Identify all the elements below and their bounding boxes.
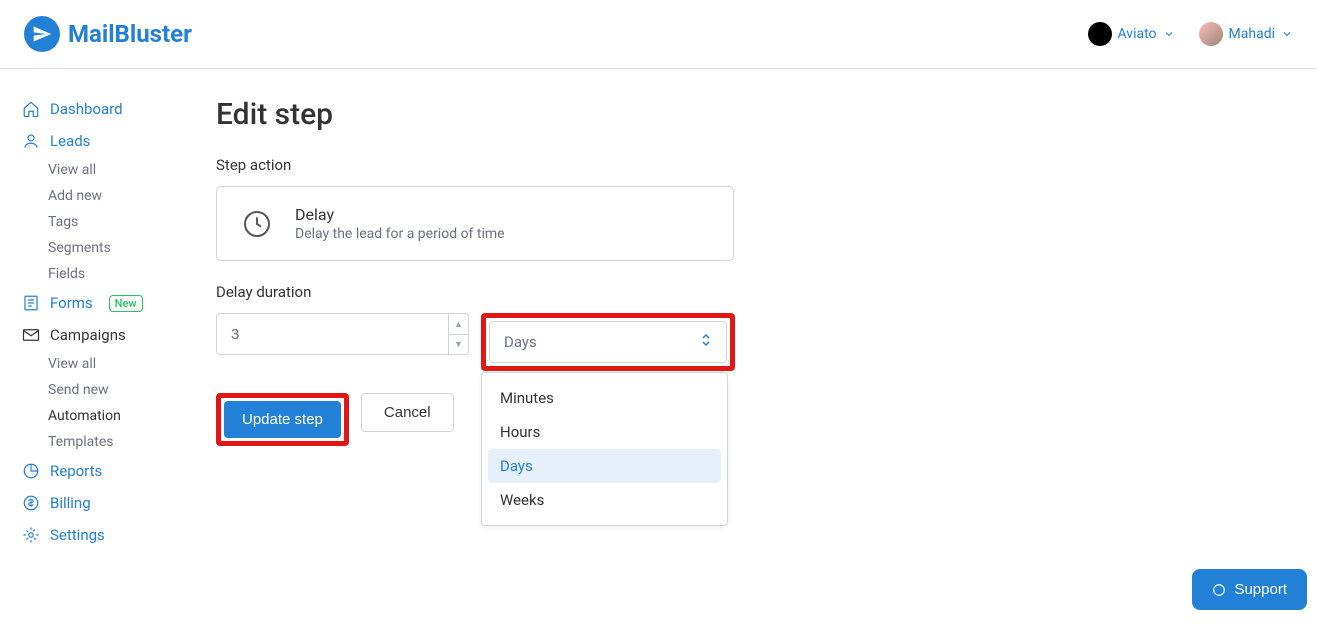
sidebar-sub-leads-tags[interactable]: Tags: [48, 209, 194, 235]
step-title: Delay: [295, 205, 505, 224]
step-action-card[interactable]: Delay Delay the lead for a period of tim…: [216, 186, 734, 261]
sidebar-label: Reports: [50, 462, 102, 480]
sidebar-label: Dashboard: [50, 100, 123, 118]
clock-icon: [239, 206, 275, 242]
sidebar-sub-leads-fields[interactable]: Fields: [48, 261, 194, 287]
logo[interactable]: MailBluster: [24, 16, 192, 52]
sidebar-label: Forms: [50, 294, 93, 312]
dollar-icon: [22, 494, 40, 512]
page-title: Edit step: [216, 97, 1317, 132]
sidebar-sub-leads-addnew[interactable]: Add new: [48, 183, 194, 209]
chevron-down-icon: [1163, 28, 1175, 40]
sidebar-label: Campaigns: [50, 326, 126, 344]
sidebar-sub-leads-segments[interactable]: Segments: [48, 235, 194, 261]
sidebar-item-dashboard[interactable]: Dashboard: [22, 93, 194, 125]
sidebar-item-forms[interactable]: Forms New: [22, 287, 194, 319]
envelope-icon: [22, 326, 40, 344]
user-icon: [22, 132, 40, 150]
gear-icon: [22, 526, 40, 544]
sidebar-sub-campaigns-automation[interactable]: Automation: [48, 403, 194, 429]
home-icon: [22, 100, 40, 118]
user-avatar: [1199, 22, 1223, 46]
logo-icon: [24, 16, 60, 52]
dropdown-option-days[interactable]: Days: [488, 449, 721, 483]
support-label: Support: [1234, 581, 1287, 598]
section-step-action-label: Step action: [216, 156, 1317, 174]
update-step-button[interactable]: Update step: [224, 401, 341, 438]
support-icon: [1212, 583, 1226, 597]
header: MailBluster Aviato Mahadi: [0, 0, 1317, 69]
cancel-button[interactable]: Cancel: [361, 393, 454, 432]
duration-number-input-wrap: ▲ ▼: [216, 313, 469, 355]
org-picker[interactable]: Aviato: [1088, 22, 1175, 46]
user-picker[interactable]: Mahadi: [1199, 22, 1293, 46]
sidebar-label: Leads: [50, 132, 90, 150]
step-desc: Delay the lead for a period of time: [295, 226, 505, 242]
user-name: Mahadi: [1229, 26, 1275, 42]
sidebar-label: Settings: [50, 526, 105, 544]
sidebar-item-settings[interactable]: Settings: [22, 519, 194, 551]
org-avatar: [1088, 22, 1112, 46]
sidebar-sub-campaigns-viewall[interactable]: View all: [48, 351, 194, 377]
sidebar: Dashboard Leads View all Add new Tags Se…: [0, 69, 216, 551]
form-icon: [22, 294, 40, 312]
main-content: Edit step Step action Delay Delay the le…: [216, 69, 1317, 551]
duration-unit-select[interactable]: Days: [489, 321, 727, 363]
duration-number-input[interactable]: [217, 314, 448, 354]
duration-unit-dropdown: Minutes Hours Days Weeks: [481, 372, 728, 526]
sidebar-sub-leads-viewall[interactable]: View all: [48, 157, 194, 183]
dropdown-option-minutes[interactable]: Minutes: [488, 381, 721, 415]
chevron-down-icon: [1281, 28, 1293, 40]
sidebar-item-billing[interactable]: Billing: [22, 487, 194, 519]
org-name: Aviato: [1118, 26, 1157, 42]
stepper-up-button[interactable]: ▲: [449, 314, 468, 335]
sidebar-item-campaigns[interactable]: Campaigns: [22, 319, 194, 351]
dropdown-option-hours[interactable]: Hours: [488, 415, 721, 449]
sidebar-item-leads[interactable]: Leads: [22, 125, 194, 157]
brand-name: MailBluster: [68, 20, 192, 48]
section-delay-duration-label: Delay duration: [216, 283, 1317, 301]
sidebar-sub-campaigns-sendnew[interactable]: Send new: [48, 377, 194, 403]
support-button[interactable]: Support: [1192, 569, 1307, 610]
sidebar-item-reports[interactable]: Reports: [22, 455, 194, 487]
sidebar-label: Billing: [50, 494, 91, 512]
stepper-down-button[interactable]: ▼: [449, 335, 468, 355]
chart-icon: [22, 462, 40, 480]
sidebar-sub-campaigns-templates[interactable]: Templates: [48, 429, 194, 455]
dropdown-option-weeks[interactable]: Weeks: [488, 483, 721, 517]
duration-unit-value: Days: [504, 333, 537, 351]
select-caret-icon: [700, 332, 712, 352]
new-badge: New: [109, 295, 143, 312]
